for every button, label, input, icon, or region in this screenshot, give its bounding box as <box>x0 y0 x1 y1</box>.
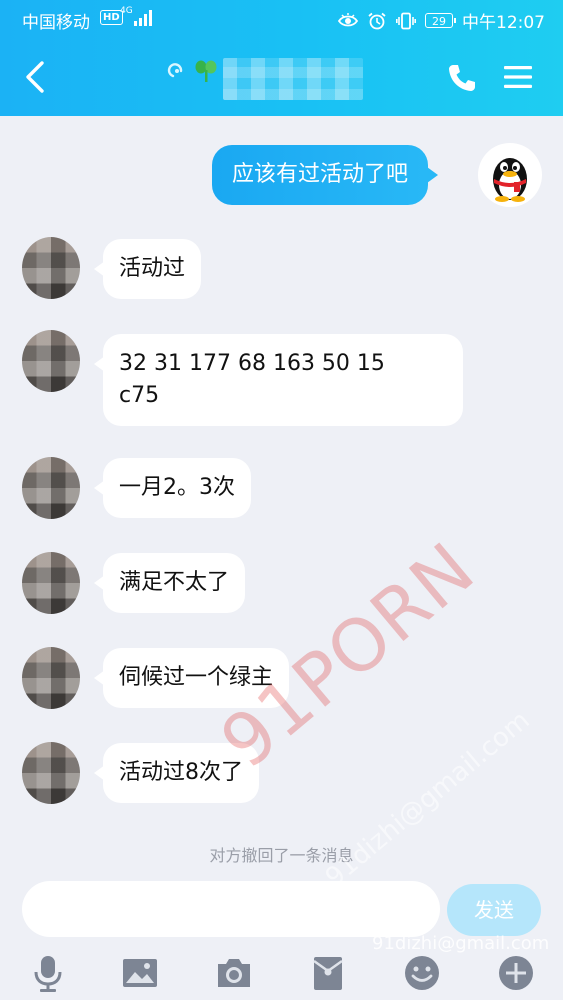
phone-call-icon[interactable] <box>446 62 478 94</box>
status-icons: 29 中午12:07 <box>338 8 545 33</box>
my-avatar[interactable] <box>478 143 542 207</box>
contact-title[interactable] <box>165 56 365 102</box>
alarm-icon <box>368 12 386 29</box>
send-button[interactable]: 发送 <box>447 884 541 936</box>
clock: 中午12:07 <box>462 13 545 33</box>
nav-bar <box>0 36 563 116</box>
contact-avatar[interactable] <box>22 742 80 804</box>
message-input[interactable] <box>22 881 440 937</box>
watermark-email-corner: 91dizhi@gmail.com <box>372 933 550 954</box>
battery-indicator: 29 <box>425 13 456 28</box>
chat-header: 中国移动 HD 4G 29 中午12:07 <box>0 0 563 116</box>
emoji-icon[interactable] <box>402 953 442 993</box>
back-arrow-icon[interactable] <box>22 60 48 94</box>
contact-avatar[interactable] <box>22 552 80 614</box>
signal-strength-icon <box>134 10 152 26</box>
network-type: 4G <box>120 6 133 16</box>
plus-icon[interactable] <box>496 953 536 993</box>
message-bubble-incoming[interactable]: 一月2。3次 <box>94 458 251 518</box>
eye-comfort-icon <box>338 12 358 26</box>
sprout-icon <box>195 60 217 82</box>
contact-avatar[interactable] <box>22 237 80 299</box>
contact-avatar[interactable] <box>22 330 80 392</box>
contact-avatar[interactable] <box>22 647 80 709</box>
carrier-name: 中国移动 <box>22 13 90 33</box>
message-bubble-outgoing[interactable]: 应该有过活动了吧 <box>212 145 439 205</box>
message-bubble-incoming[interactable]: 活动过 <box>93 239 202 299</box>
input-toolbar <box>0 949 563 1000</box>
menu-icon[interactable] <box>503 64 533 90</box>
vibrate-icon <box>396 12 416 29</box>
recall-notice: 对方撤回了一条消息 <box>209 846 354 865</box>
camera-icon[interactable] <box>214 953 254 993</box>
microphone-icon[interactable] <box>28 953 68 993</box>
message-bubble-incoming[interactable]: 32 31 177 68 163 50 15 c75 <box>94 334 463 426</box>
contact-avatar[interactable] <box>22 457 80 519</box>
status-bar: 中国移动 HD 4G 29 中午12:07 <box>0 0 563 36</box>
contact-name-blurred <box>223 58 363 100</box>
red-packet-icon[interactable] <box>308 953 348 993</box>
message-bubble-incoming[interactable]: 满足不太了 <box>93 553 246 613</box>
image-icon[interactable] <box>120 953 160 993</box>
qq-penguin-icon <box>493 158 527 202</box>
online-status-icon <box>167 63 183 78</box>
